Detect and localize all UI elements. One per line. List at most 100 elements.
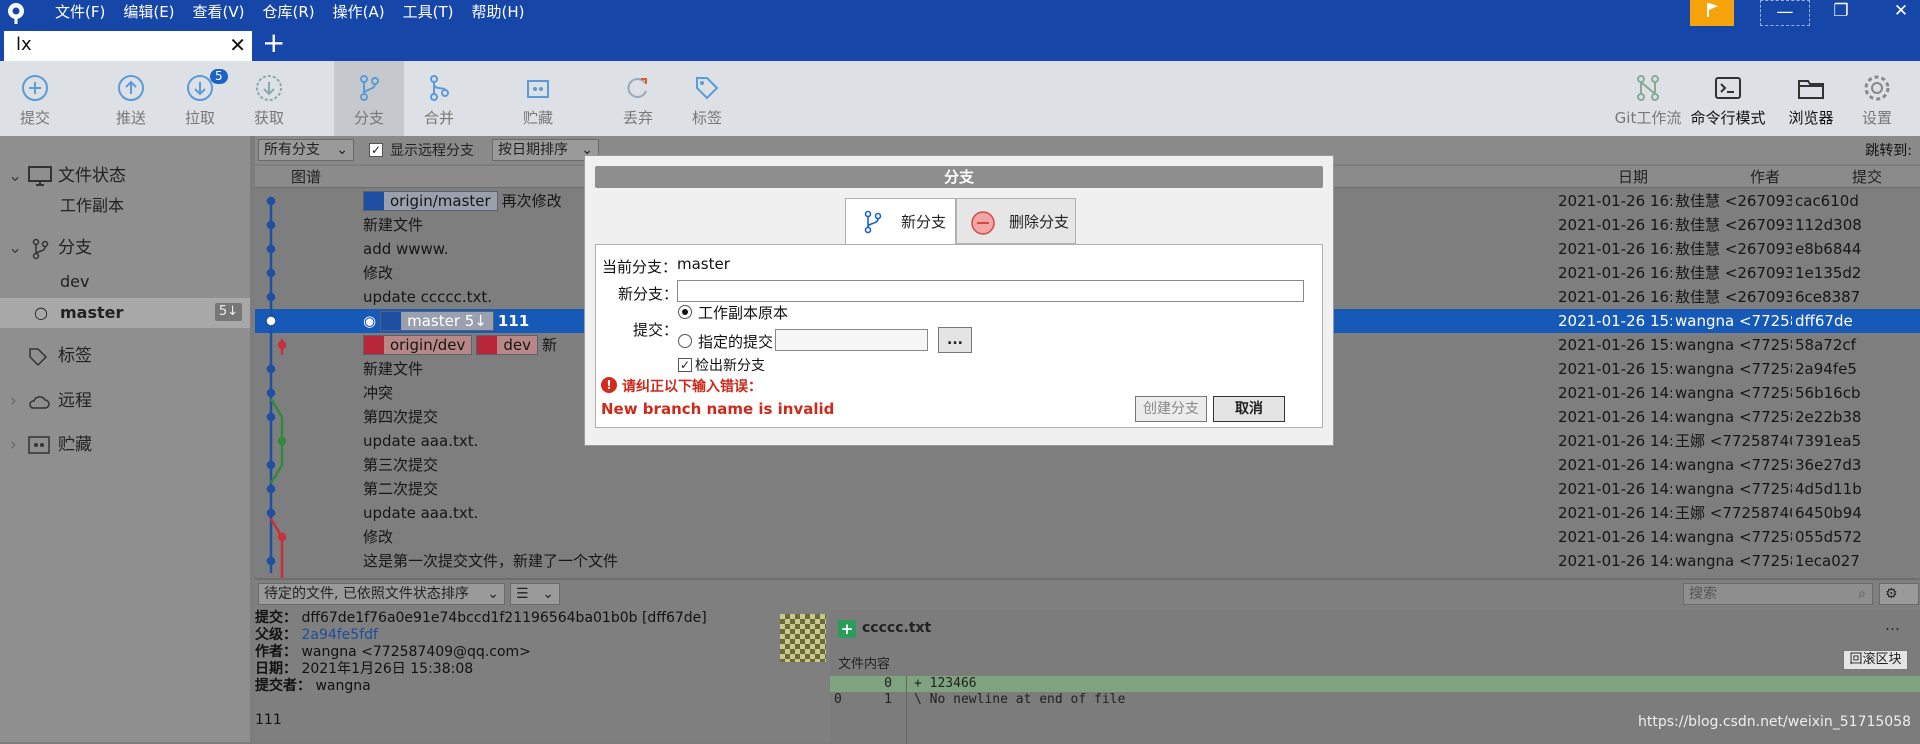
line-number: 0 [884, 676, 892, 691]
restore-button[interactable]: ❐ [1816, 0, 1866, 26]
graph-commit-node [277, 340, 287, 350]
commit-author: 敖佳慧 <2670933 [1675, 240, 1792, 258]
discard-button[interactable]: 丢弃 [603, 61, 673, 136]
pending-files-dropdown[interactable]: 待定的文件, 已依照文件状态排序 ⌄ [258, 583, 505, 605]
git-flow-icon [1637, 75, 1659, 101]
revert-hunk-button[interactable]: 回滚区块 [1843, 650, 1908, 670]
col-date[interactable]: 日期 [1618, 166, 1648, 188]
added-file-icon: + [838, 620, 856, 638]
branch-icon [477, 336, 498, 354]
tab-new-branch[interactable]: 新分支 [845, 198, 956, 244]
commit-source-label: 提交： [633, 321, 679, 339]
create-branch-button[interactable]: 创建分支 [1135, 396, 1207, 422]
table-row[interactable]: 这是第一次提交文件，新建了一个文件 2021-01-26 14:37wangna … [255, 549, 1920, 573]
commit-description: 修改 [363, 525, 1403, 549]
merge-icon [430, 75, 449, 101]
push-button[interactable]: 推送 [96, 61, 166, 136]
tag-icon [29, 348, 48, 367]
menu-help[interactable]: 帮助(H) [462, 0, 533, 28]
table-row[interactable]: 第二次提交 2021-01-26 14:49wangna <7725874d5d1… [255, 477, 1920, 501]
branch-master-label: master [60, 303, 124, 322]
more-icon[interactable]: … [1885, 616, 1900, 634]
sidebar-item-master[interactable]: ○ master 5↓ [0, 298, 250, 328]
add-tab-icon[interactable]: + [262, 28, 285, 58]
commit-date: 2021-01-26 14:37 [1558, 552, 1672, 570]
menu-repository[interactable]: 仓库(R) [254, 0, 324, 28]
checkout-new-branch-checkbox[interactable]: ✓ [678, 358, 692, 372]
options-gear-dropdown[interactable]: ⚙ [1879, 583, 1919, 605]
settings-button[interactable]: 设置 [1842, 61, 1912, 136]
arrow-up-circle-icon [118, 75, 144, 101]
search-placeholder: 搜索 [1689, 586, 1717, 602]
commit-description: 第二次提交 [363, 477, 1403, 501]
tab-close-icon[interactable]: ✕ [229, 33, 246, 57]
search-input[interactable]: 搜索 ⌕ [1683, 583, 1873, 605]
new-branch-name-input[interactable] [677, 280, 1304, 302]
show-remote-checkbox[interactable]: ✓ [369, 143, 383, 157]
sidebar-remotes[interactable]: › 远程 [0, 386, 250, 416]
avatar [780, 614, 826, 662]
list-icon: ☰ [516, 586, 529, 602]
menu-edit[interactable]: 编辑(E) [114, 0, 183, 28]
branch-dev-label: dev [60, 272, 90, 291]
fetch-button[interactable]: 获取 [234, 61, 304, 136]
browse-commit-button[interactable]: ... [938, 327, 972, 353]
cancel-button[interactable]: 取消 [1213, 396, 1285, 422]
branch-filter-value: 所有分支 [264, 142, 320, 158]
tag-icon [696, 77, 719, 100]
specified-commit-input[interactable] [775, 329, 928, 351]
branch-filter-dropdown[interactable]: 所有分支 ⌄ [258, 139, 354, 161]
graph-commit-node [277, 532, 287, 542]
tag-label: 标签 [691, 109, 722, 127]
pull-button[interactable]: 5 拉取 [165, 61, 235, 136]
discard-icon [627, 78, 647, 98]
merge-button[interactable]: 合并 [404, 61, 474, 136]
monitor-icon [28, 166, 52, 186]
col-graph[interactable]: 图谱 [291, 166, 321, 188]
git-flow-button[interactable]: Git工作流 [1610, 61, 1686, 136]
commit-button[interactable]: 提交 [0, 61, 70, 136]
tab-delete-branch[interactable]: 删除分支 [956, 198, 1076, 244]
stash-button[interactable]: 贮藏 [503, 61, 573, 136]
parent-link[interactable]: 2a94fe5fdf [301, 627, 378, 643]
specified-commit-radio[interactable] [678, 334, 692, 348]
sidebar-file-status[interactable]: ⌄ 文件状态 [0, 161, 250, 191]
menu-view[interactable]: 查看(V) [184, 0, 254, 28]
commit-date: 2021-01-26 16:06 [1558, 288, 1672, 306]
menu-tools[interactable]: 工具(T) [394, 0, 463, 28]
working-copy-parent-radio[interactable] [678, 305, 692, 319]
commit-hash: 112d308 [1795, 216, 1862, 234]
sidebar-branches[interactable]: ⌄ 分支 [0, 233, 250, 263]
error-icon: ! [601, 377, 617, 393]
view-mode-dropdown[interactable]: ☰ ⌄ [510, 583, 560, 605]
sidebar-stashes[interactable]: › 贮藏 [0, 430, 250, 460]
menu-actions[interactable]: 操作(A) [324, 0, 394, 28]
terminal-button[interactable]: 命令行模式 [1688, 61, 1768, 136]
table-row[interactable]: update aaa.txt. 2021-01-26 14:44王娜 <77258… [255, 501, 1920, 525]
tag-button[interactable]: 标签 [672, 61, 742, 136]
col-commit[interactable]: 提交 [1852, 166, 1882, 188]
push-label: 推送 [115, 109, 146, 127]
sort-dropdown[interactable]: 按日期排序 ⌄ [492, 139, 599, 161]
sidebar-item-dev[interactable]: dev [0, 267, 250, 297]
commit-author: 敖佳慧 <2670933 [1675, 192, 1792, 210]
table-row[interactable]: 修改 2021-01-26 14:42wangna <772587055d572 [255, 525, 1920, 549]
sidebar-item-working-copy[interactable]: 工作副本 [0, 191, 250, 221]
diff-line-text: + 123466 [914, 676, 977, 691]
sidebar-tags[interactable]: 标签 [0, 341, 250, 371]
commit-hash: dff67de [1795, 312, 1853, 330]
menu-file[interactable]: 文件(F) [46, 0, 114, 28]
menu-bar: 文件(F) 编辑(E) 查看(V) 仓库(R) 操作(A) 工具(T) 帮助(H… [46, 0, 533, 28]
minimize-button[interactable]: — [1760, 0, 1810, 26]
table-row[interactable]: 第三次提交 2021-01-26 14:49wangna <77258736e27… [255, 453, 1920, 477]
commit-date: 2021-01-26 14:44 [1558, 504, 1672, 522]
tab-repo[interactable]: lx ✕ [4, 31, 252, 61]
notification-flag-icon[interactable] [1690, 0, 1734, 26]
col-author[interactable]: 作者 [1750, 166, 1780, 188]
explorer-button[interactable]: 浏览器 [1776, 61, 1846, 136]
commit-date: 2021-01-26 14:52 [1558, 432, 1672, 450]
branch-button[interactable]: 分支 [334, 61, 404, 136]
gear-icon [1864, 75, 1890, 101]
commit-hash: 2e22b38 [1795, 408, 1862, 426]
close-window-button[interactable]: ✕ [1876, 0, 1920, 26]
